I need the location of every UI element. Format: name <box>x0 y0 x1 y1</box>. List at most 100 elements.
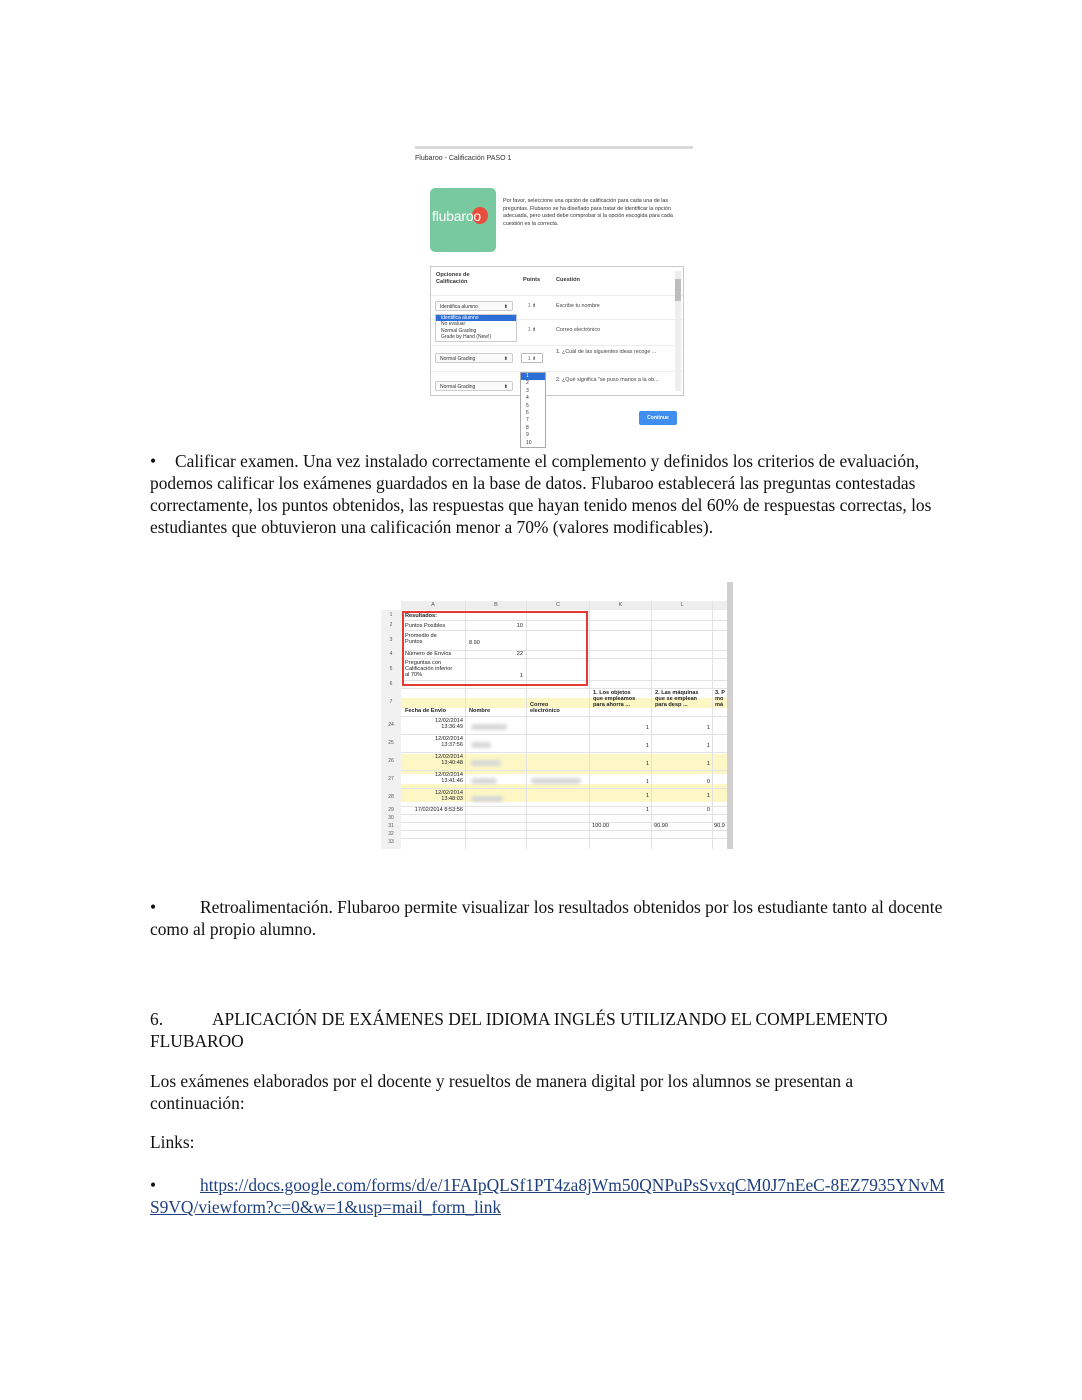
form-link[interactable]: https://docs.google.com/forms/d/e/1FAIpQ… <box>150 1175 945 1217</box>
row-date: 12/02/2014 13:37:56 <box>435 736 463 749</box>
paragraph-examenes: Los exámenes elaborados por el docente y… <box>150 1071 854 1113</box>
row-number[interactable]: 1 <box>381 610 401 620</box>
sheet-scrollbar[interactable] <box>727 582 733 849</box>
row-divider <box>431 345 683 346</box>
row-number[interactable]: 4 <box>381 650 401 658</box>
number-option[interactable]: 10 <box>521 440 545 447</box>
grid-line <box>401 814 727 815</box>
header-q2: 2. Las máquinas que se emplean para desp… <box>655 690 699 709</box>
number-option[interactable]: 2 <box>521 380 545 387</box>
column-header-b[interactable]: B <box>466 601 527 610</box>
row-k: 1 <box>645 807 649 813</box>
row-number[interactable]: 31 <box>381 822 401 830</box>
row-number[interactable]: 2 <box>381 620 401 630</box>
row-k: 1 <box>645 725 649 731</box>
header-nombre: Nombre <box>469 708 491 714</box>
row-number[interactable]: 33 <box>381 838 401 849</box>
row-date: 12/02/2014 13:41:46 <box>435 772 463 785</box>
points-value: 1 <box>527 327 531 333</box>
row-number[interactable]: 24 <box>381 716 401 734</box>
blurred-name <box>471 742 491 748</box>
points-value: 1 <box>527 303 531 309</box>
total-m: 90.9 <box>714 823 725 829</box>
column-header-k[interactable]: K <box>590 601 652 610</box>
row-number[interactable]: 5 <box>381 658 401 680</box>
number-option[interactable]: 8 <box>521 425 545 432</box>
row-k: 1 <box>645 793 649 799</box>
paragraph-retro: • Retroalimentación. Flubaroo permite vis… <box>150 896 950 940</box>
flubaroo-dialog-screenshot: Flubaroo - Calificación PASO 1 flubaroo … <box>415 146 695 449</box>
header-q1: 1. Los objetos que empleamos para ahorra… <box>593 690 636 709</box>
points-select-2[interactable]: 1 ⬍ <box>521 325 543 335</box>
number-option[interactable]: 5 <box>521 403 545 410</box>
dialog-top-border <box>415 146 693 149</box>
column-header-c[interactable]: C <box>527 601 590 610</box>
number-option[interactable]: 3 <box>521 388 545 395</box>
row-number[interactable]: 29 <box>381 806 401 814</box>
row-k: 1 <box>645 743 649 749</box>
section-heading: 6. APLICACIÓN DE EXÁMENES DEL IDIOMA INGL… <box>150 1008 950 1052</box>
row-date: 12/02/2014 13:36:49 <box>435 718 463 731</box>
row-number[interactable]: 30 <box>381 814 401 822</box>
dialog-intro-text: Por favor, seleccione una opción de cali… <box>503 198 673 227</box>
continue-button[interactable]: Continue <box>639 411 677 425</box>
retro-text: Retroalimentación. Flubaroo permite visu… <box>150 897 943 939</box>
blurred-name <box>471 796 503 802</box>
number-option[interactable]: 7 <box>521 417 545 424</box>
chevron-updown-icon: ⬍ <box>503 384 508 390</box>
row-l: 0 <box>706 807 710 813</box>
dialog-title: Flubaroo - Calificación PASO 1 <box>415 155 512 162</box>
grid-line <box>401 752 727 753</box>
grid-line <box>401 770 727 771</box>
panel-scrollbar[interactable] <box>675 271 681 391</box>
row-l: 0 <box>706 779 710 785</box>
options-header: Opciones de Calificación <box>436 272 470 285</box>
column-header-m[interactable] <box>713 601 728 610</box>
points-value: 1 <box>527 356 531 362</box>
grid-line <box>401 716 727 717</box>
number-option[interactable]: 9 <box>521 432 545 439</box>
row-number[interactable]: 28 <box>381 788 401 806</box>
row-l: 1 <box>706 761 710 767</box>
points-header: Points <box>523 277 541 283</box>
row-number[interactable]: 3 <box>381 630 401 650</box>
bullet-icon: • <box>150 1175 157 1195</box>
number-option[interactable]: 6 <box>521 410 545 417</box>
grid-line <box>401 734 727 735</box>
question-4: 2. ¿Qué significa "se puso manos a la ob… <box>556 377 659 383</box>
total-k: 100.00 <box>592 823 610 829</box>
row-number[interactable]: 32 <box>381 830 401 838</box>
grading-select-4[interactable]: Normal Grading ⬍ <box>435 381 513 391</box>
grading-select-3[interactable]: Normal Grading ⬍ <box>435 353 513 363</box>
points-select-3[interactable]: 1 ⬍ <box>521 353 543 363</box>
grid-line <box>651 601 652 849</box>
dropdown-option[interactable]: Grade by Hand (New!) <box>436 334 516 340</box>
scrollbar-thumb[interactable] <box>675 279 681 301</box>
number-option[interactable]: 4 <box>521 395 545 402</box>
blurred-name <box>471 760 501 766</box>
column-header-l[interactable]: L <box>652 601 713 610</box>
grid-line <box>712 601 713 849</box>
grading-dropdown-list: identifica alumno No evaluar Normal Grad… <box>435 314 517 342</box>
number-option[interactable]: 1 <box>521 373 545 381</box>
grid-line <box>401 788 727 789</box>
grid-line <box>401 688 727 689</box>
heading-number: 6. <box>150 1009 164 1029</box>
row-number[interactable]: 25 <box>381 734 401 752</box>
row-number[interactable]: 26 <box>381 752 401 770</box>
flubaroo-logo: flubaroo <box>430 188 496 252</box>
row-number[interactable]: 27 <box>381 770 401 788</box>
spreadsheet-screenshot: A B C K L 1 2 3 4 5 6 7 24 25 26 27 28 2… <box>381 582 733 849</box>
column-header-a[interactable]: A <box>401 601 466 610</box>
row-number[interactable]: 7 <box>381 688 401 716</box>
row-k: 1 <box>645 761 649 767</box>
row-number[interactable]: 6 <box>381 680 401 688</box>
row-date: 12/02/2014 13:40:48 <box>435 754 463 767</box>
grading-select-value: Identifica alumno <box>440 304 478 310</box>
chevron-updown-icon: ⬍ <box>503 304 508 310</box>
blurred-name <box>471 724 507 730</box>
grading-select-1[interactable]: Identifica alumno ⬍ <box>435 301 513 311</box>
points-select-1[interactable]: 1 ⬍ <box>521 301 543 311</box>
question-header: Cuestión <box>556 277 580 283</box>
header-q3: 3. P mo má <box>715 690 725 709</box>
